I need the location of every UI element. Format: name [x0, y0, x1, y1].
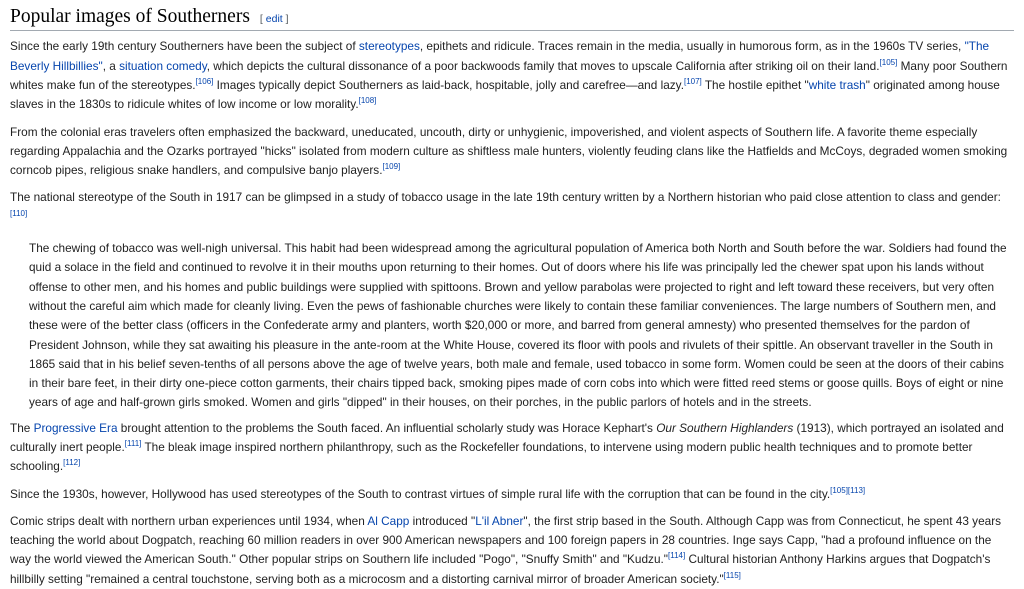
link-white-trash[interactable]: white trash — [809, 78, 866, 92]
citation-108[interactable]: [108] — [359, 96, 377, 105]
citation-109[interactable]: [109] — [382, 162, 400, 171]
section-title: Popular images of Southerners — [10, 6, 250, 27]
paragraph-2: From the colonial eras travelers often e… — [10, 124, 1008, 178]
citation-107[interactable]: [107] — [684, 77, 702, 86]
paragraph-3: The national stereotype of the South in … — [10, 190, 1001, 218]
paragraph-1: Since the early 19th century Southerners… — [10, 39, 1008, 112]
citation-111[interactable]: [111] — [125, 439, 142, 448]
link-al-capp[interactable]: Al Capp — [367, 514, 409, 528]
section-heading-row: Popular images of Southerners [ edit ] — [10, 4, 1014, 32]
citation-112[interactable]: [112] — [63, 458, 80, 467]
paragraph-6: Comic strips dealt with northern urban e… — [10, 513, 1002, 586]
edit-section: [ edit ] — [259, 13, 289, 25]
citation-115[interactable]: [115] — [724, 571, 741, 580]
citation-113[interactable]: [113] — [848, 486, 865, 495]
tobacco-quote: The chewing of tobacco was well-nigh uni… — [29, 241, 1007, 410]
link-lil-abner[interactable]: L'il Abner — [475, 514, 523, 528]
citation-106[interactable]: [106] — [196, 77, 214, 86]
citation-110[interactable]: [110] — [10, 209, 27, 218]
link-situation-comedy[interactable]: situation comedy — [119, 59, 207, 73]
paragraph-4: The Progressive Era brought attention to… — [10, 420, 1004, 474]
edit-link[interactable]: edit — [266, 13, 283, 25]
citation-114[interactable]: [114] — [668, 552, 685, 561]
citation-105[interactable]: [105] — [880, 58, 898, 67]
link-progressive-era[interactable]: Progressive Era — [34, 421, 118, 435]
link-stereotypes[interactable]: stereotypes — [359, 39, 420, 53]
book-title: Our Southern Highlanders — [656, 420, 794, 435]
citation-105b[interactable]: [105] — [830, 486, 848, 495]
